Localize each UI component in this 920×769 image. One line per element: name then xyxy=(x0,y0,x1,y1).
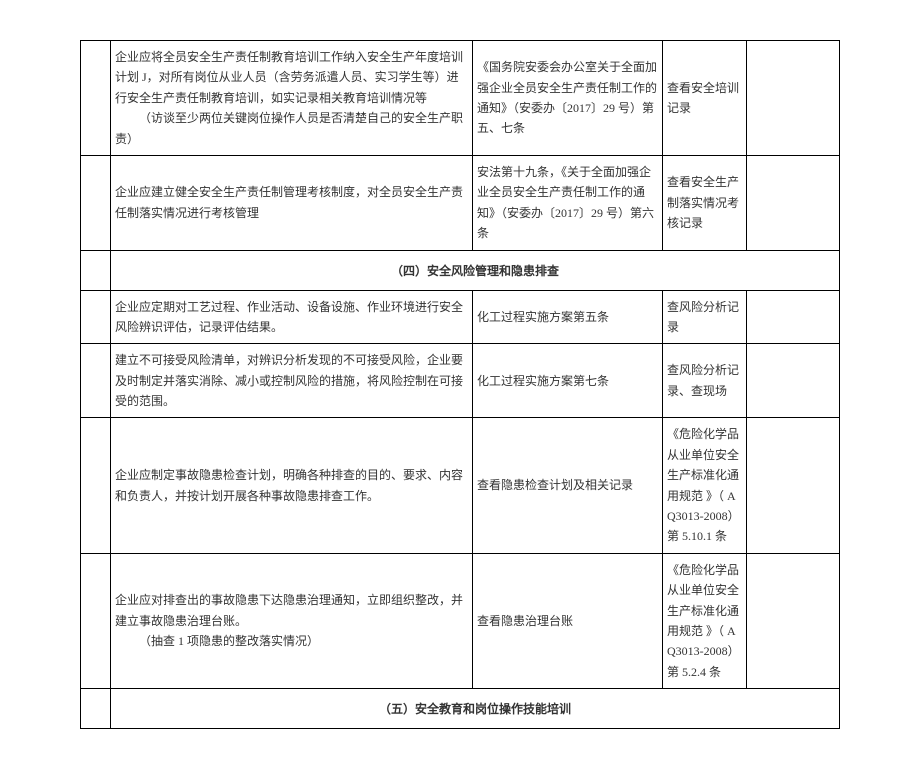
cell-check: 查风险分析记录、查现场 xyxy=(663,344,747,417)
section-header-row: （四）安全风险管理和隐患排查 xyxy=(81,251,839,291)
cell-check: 查风险分析记录 xyxy=(663,291,747,344)
inspection-table: 企业应将全员安全生产责任制教育培训工作纳入安全生产年度培训计划 J，对所有岗位从… xyxy=(80,40,840,729)
cell-result xyxy=(747,291,839,344)
row-spacer xyxy=(81,251,111,290)
desc-sub-text: （访谈至少两位关键岗位操作人员是否清楚自己的安全生产职责） xyxy=(115,108,468,149)
cell-result xyxy=(747,554,839,688)
table-row: 企业应建立健全安全生产责任制管理考核制度，对全员安全生产责任制落实情况进行考核管… xyxy=(81,156,839,251)
cell-description: 建立不可接受风险清单，对辨识分析发现的不可接受风险，企业要及时制定并落实消除、减… xyxy=(111,344,473,417)
row-spacer xyxy=(81,554,111,688)
section-header-row: （五）安全教育和岗位操作技能培训 xyxy=(81,689,839,729)
cell-description: 企业应对排查出的事故隐患下达隐患治理通知，立即组织整改，并建立事故隐患治理台账。… xyxy=(111,554,473,688)
row-spacer xyxy=(81,344,111,417)
section-title: （四）安全风险管理和隐患排查 xyxy=(111,251,839,290)
table-row: 企业应对排查出的事故隐患下达隐患治理通知，立即组织整改，并建立事故隐患治理台账。… xyxy=(81,554,839,689)
cell-basis: 安法第十九条，《关于全面加强企业全员安全生产责任制工作的通知》（安委办〔2017… xyxy=(473,156,663,250)
cell-description: 企业应将全员安全生产责任制教育培训工作纳入安全生产年度培训计划 J，对所有岗位从… xyxy=(111,41,473,155)
cell-basis: 《国务院安委会办公室关于全面加强企业全员安全生产责任制工作的通知》（安委办〔20… xyxy=(473,41,663,155)
row-spacer xyxy=(81,41,111,155)
table-row: 企业应制定事故隐患检查计划，明确各种排查的目的、要求、内容和负责人，并按计划开展… xyxy=(81,418,839,553)
cell-result xyxy=(747,344,839,417)
cell-result xyxy=(747,418,839,552)
desc-sub-text: （抽查 1 项隐患的整改落实情况） xyxy=(115,631,468,651)
table-row: 企业应将全员安全生产责任制教育培训工作纳入安全生产年度培训计划 J，对所有岗位从… xyxy=(81,41,839,156)
table-row: 企业应定期对工艺过程、作业活动、设备设施、作业环境进行安全风险辨识评估，记录评估… xyxy=(81,291,839,345)
cell-description: 企业应建立健全安全生产责任制管理考核制度，对全员安全生产责任制落实情况进行考核管… xyxy=(111,156,473,250)
row-spacer xyxy=(81,291,111,344)
cell-basis: 化工过程实施方案第七条 xyxy=(473,344,663,417)
row-spacer xyxy=(81,418,111,552)
cell-basis: 查看隐患治理台账 xyxy=(473,554,663,688)
cell-check: 《危险化学品从业单位安全生产标准化通用规范 》（ AQ3013-2008）第 5… xyxy=(663,418,747,552)
section-title: （五）安全教育和岗位操作技能培训 xyxy=(111,689,839,728)
cell-description: 企业应制定事故隐患检查计划，明确各种排查的目的、要求、内容和负责人，并按计划开展… xyxy=(111,418,473,552)
cell-check: 《危险化学品从业单位安全生产标准化通用规范 》（ AQ3013-2008）第 5… xyxy=(663,554,747,688)
cell-check: 查看安全培训记录 xyxy=(663,41,747,155)
cell-check: 查看安全生产制落实情况考核记录 xyxy=(663,156,747,250)
cell-result xyxy=(747,41,839,155)
desc-text: 企业应将全员安全生产责任制教育培训工作纳入安全生产年度培训计划 J，对所有岗位从… xyxy=(115,50,463,105)
desc-text: 企业应对排查出的事故隐患下达隐患治理通知，立即组织整改，并建立事故隐患治理台账。 xyxy=(115,593,463,627)
cell-basis: 查看隐患检查计划及相关记录 xyxy=(473,418,663,552)
cell-basis: 化工过程实施方案第五条 xyxy=(473,291,663,344)
cell-description: 企业应定期对工艺过程、作业活动、设备设施、作业环境进行安全风险辨识评估，记录评估… xyxy=(111,291,473,344)
row-spacer xyxy=(81,156,111,250)
table-row: 建立不可接受风险清单，对辨识分析发现的不可接受风险，企业要及时制定并落实消除、减… xyxy=(81,344,839,418)
row-spacer xyxy=(81,689,111,728)
cell-result xyxy=(747,156,839,250)
